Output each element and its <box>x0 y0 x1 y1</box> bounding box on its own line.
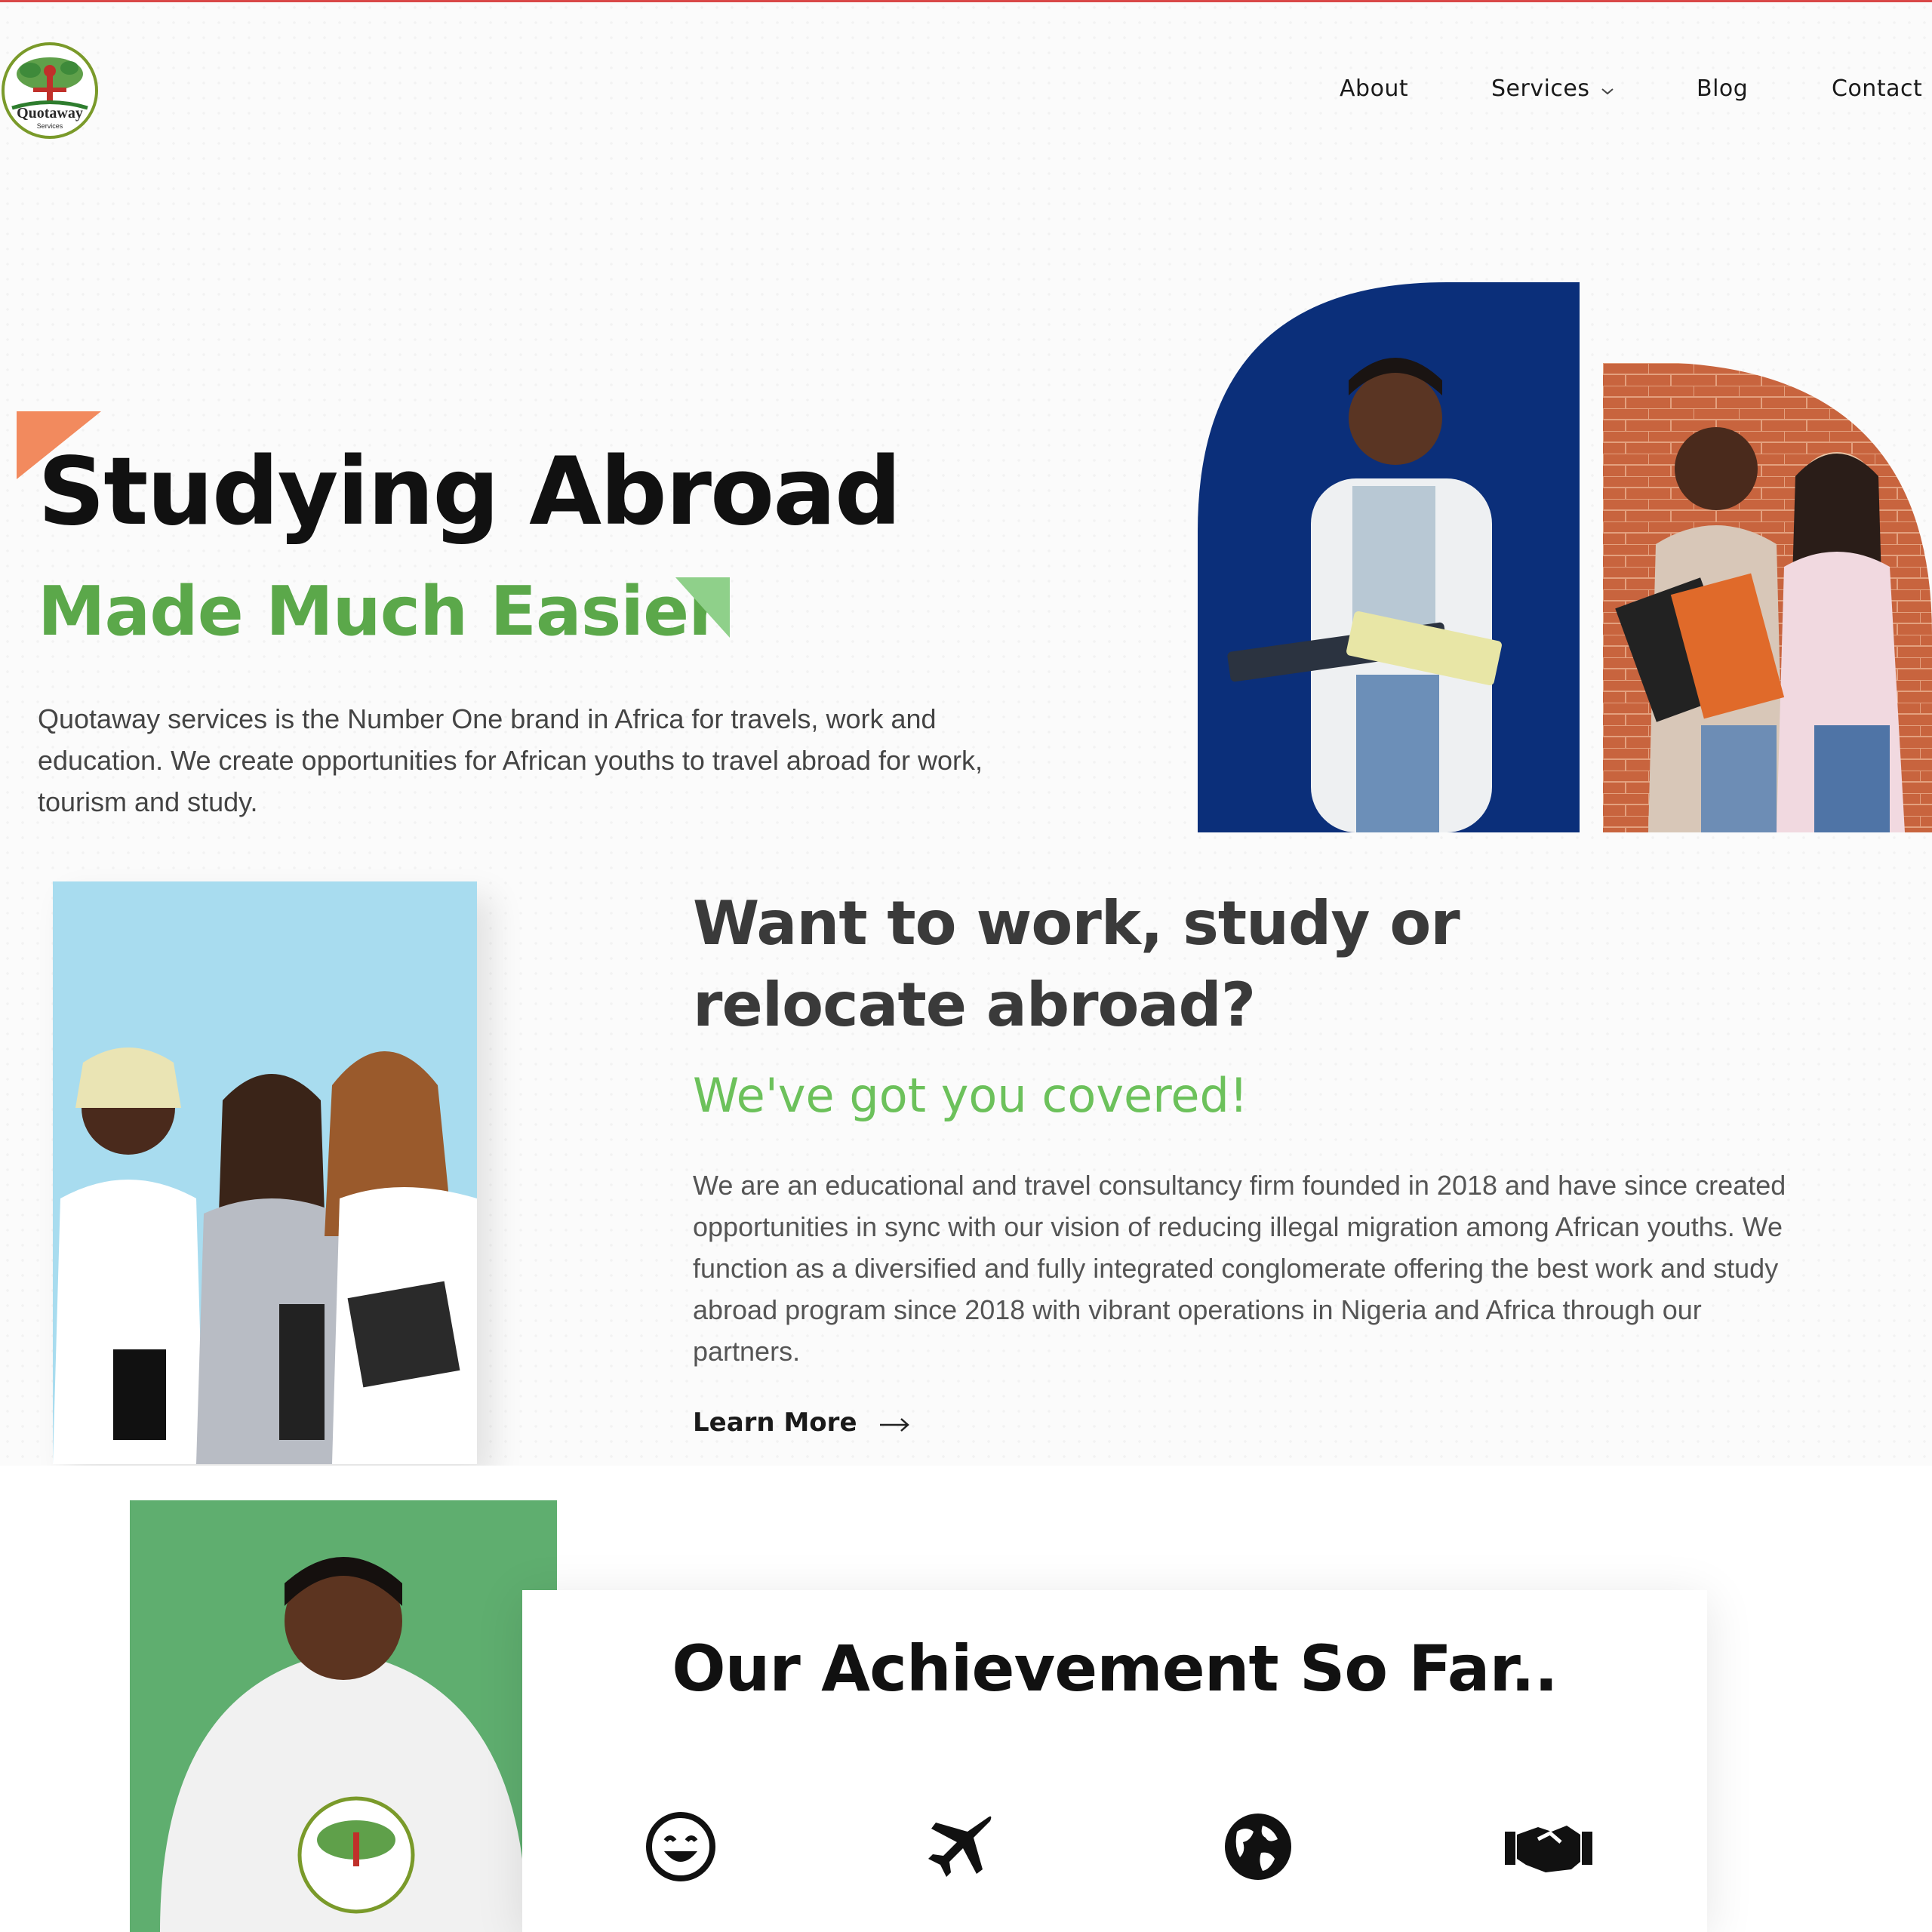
airplane-icon <box>921 1809 996 1884</box>
nav-about[interactable]: About <box>1340 75 1408 102</box>
about-tagline: We've got you covered! <box>693 1068 1248 1123</box>
svg-text:Services: Services <box>37 122 63 130</box>
nav-contact[interactable]: Contact <box>1832 75 1922 102</box>
logo-emblem: Quotaway Services <box>2 42 98 139</box>
nav-blog[interactable]: Blog <box>1697 75 1748 102</box>
smile-icon <box>643 1809 718 1884</box>
about-title: Want to work, study or relocate abroad? <box>693 888 1460 1040</box>
top-border <box>0 0 1932 2</box>
about-description: We are an educational and travel consult… <box>693 1170 1786 1367</box>
svg-text:Quotaway: Quotaway <box>17 105 83 122</box>
nav-services-label: Services <box>1491 75 1590 102</box>
about-image-three-students <box>53 881 477 1464</box>
hero-image-student-reading <box>1198 282 1580 832</box>
globe-icon <box>1220 1809 1296 1884</box>
arrow-right-icon <box>879 1409 910 1439</box>
hero-description: Quotaway services is the Number One bran… <box>38 703 983 817</box>
achievements-card: Our Achievement So Far.. <box>522 1590 1707 1932</box>
chevron-down-icon <box>1601 75 1614 102</box>
achievement-image-hoodie-student <box>130 1500 557 1932</box>
hero-image-two-students <box>1603 363 1932 832</box>
learn-more-label: Learn More <box>693 1407 857 1438</box>
hero-title: Studying Abroad <box>38 438 902 546</box>
handshake-icon <box>1503 1809 1592 1884</box>
learn-more-link[interactable]: Learn More <box>693 1407 910 1439</box>
hero-subtitle: Made Much Easier <box>38 572 722 651</box>
nav-services[interactable]: Services <box>1491 75 1614 102</box>
achievements-title: Our Achievement So Far.. <box>672 1632 1558 1706</box>
decor-triangle-green <box>675 577 730 638</box>
site-logo[interactable]: Quotaway Services <box>0 36 100 140</box>
